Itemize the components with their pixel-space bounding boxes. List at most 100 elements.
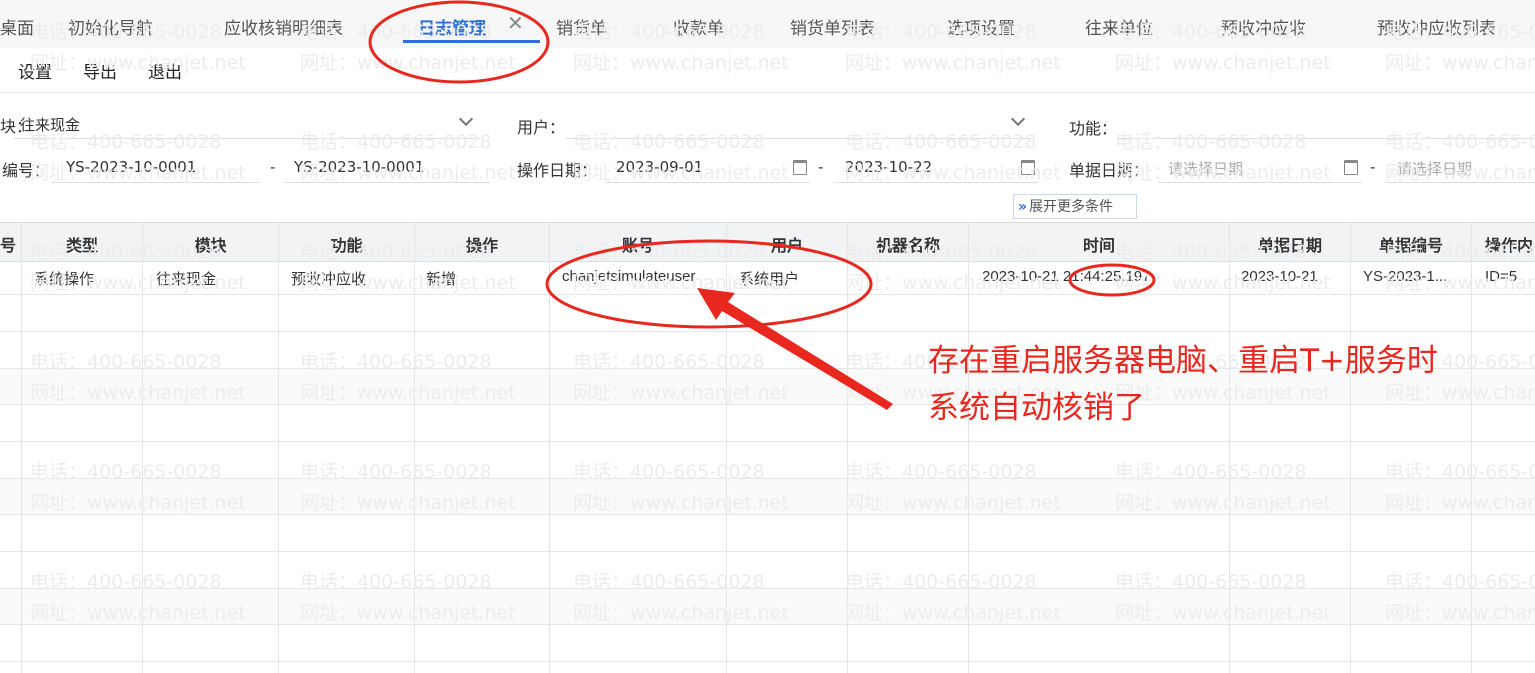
watermark-phone: 电话：400-665-0028 <box>1115 131 1307 153</box>
opdate-to-underline <box>834 182 1038 183</box>
col-header-function[interactable]: 功能 <box>279 232 414 256</box>
col-header-time[interactable]: 时间 <box>969 232 1229 256</box>
annotation-overlay <box>368 0 1156 410</box>
tab-options[interactable]: 选项设置 <box>947 14 1015 39</box>
col-header-module[interactable]: 模块 <box>143 232 278 256</box>
tab-bar: 桌面 初始化导航 应收核销明细表 日志管理 ✕ 销货单 收款单 销货单列表 选项… <box>0 0 1535 49</box>
grid-col-line <box>278 222 279 673</box>
watermark-phone: 电话：400-665-0028 <box>1385 131 1535 153</box>
grid-row-stripe <box>0 588 1535 624</box>
grid-row-line <box>0 624 1535 625</box>
user-underline <box>566 138 1032 139</box>
docno-to-input[interactable]: YS-2023-10-0001 <box>294 158 424 176</box>
tab-desktop[interactable]: 桌面 <box>0 14 34 39</box>
grid-col-line <box>726 222 727 673</box>
range-separator: - <box>1370 158 1376 176</box>
calendar-icon[interactable] <box>1344 160 1358 175</box>
annotation-line-2: 系统自动核销了 <box>928 390 1145 426</box>
tab-partners[interactable]: 往来单位 <box>1085 14 1153 39</box>
docno-to-underline <box>284 182 490 183</box>
grid-col-line <box>1471 222 1472 673</box>
opdate-from-underline <box>606 182 810 183</box>
col-header-seq[interactable]: 号 <box>0 232 16 256</box>
watermark-phone: 电话：400-665-0028 <box>573 131 765 153</box>
expand-conditions-label: 展开更多条件 <box>1029 199 1114 215</box>
cell-doc-no: YS-2023-1... <box>1363 268 1448 285</box>
double-chevron-down-icon: » <box>1018 199 1028 215</box>
grid-row-stripe <box>0 478 1535 514</box>
grid-col-line <box>968 222 969 673</box>
col-header-operation[interactable]: 操作 <box>415 232 549 256</box>
tab-sales-order[interactable]: 销货单 <box>556 14 607 39</box>
annotation-line-1: 存在重启服务器电脑、重启T+服务时 <box>928 343 1438 379</box>
docdate-from-underline <box>1158 182 1362 183</box>
range-separator: - <box>270 158 276 176</box>
module-select[interactable]: 往来现金 <box>20 114 80 135</box>
grid-col-line <box>1350 222 1351 673</box>
cell-type: 系统操作 <box>34 270 95 288</box>
opdate-to-input[interactable]: 2023-10-22 <box>845 158 932 176</box>
docdate-to-input[interactable]: 请选择日期 <box>1397 158 1472 179</box>
tab-receivable-writeoff[interactable]: 应收核销明细表 <box>224 14 343 39</box>
cell-operation: 新增 <box>426 270 457 288</box>
tab-receipt[interactable]: 收款单 <box>673 14 724 39</box>
opdate-from-input[interactable]: 2023-09-01 <box>616 158 703 176</box>
grid-row-line <box>0 588 1535 589</box>
col-header-type[interactable]: 类型 <box>22 232 142 256</box>
grid-col-line <box>142 222 143 673</box>
grid-row-line <box>0 514 1535 515</box>
close-icon[interactable]: ✕ <box>507 11 524 35</box>
range-separator: - <box>818 158 824 176</box>
toolbar: 设置 导出 退出 <box>0 48 1535 93</box>
tab-log-management[interactable]: 日志管理 <box>418 14 486 39</box>
cell-function: 预收冲应收 <box>291 270 367 288</box>
grid-row-line <box>0 294 1535 295</box>
grid-row-line <box>0 661 1535 662</box>
col-header-doc-date[interactable]: 单据日期 <box>1230 232 1350 256</box>
calendar-icon[interactable] <box>793 160 807 175</box>
grid-header: 号 类型 模块 功能 操作 账号 用户 机器名称 时间 单据日期 单据编号 操作… <box>0 222 1535 262</box>
tab-prepay-offset[interactable]: 预收冲应收 <box>1221 14 1306 39</box>
expand-conditions-button[interactable]: » 展开更多条件 <box>1013 194 1137 219</box>
active-tab-indicator <box>403 40 540 43</box>
grid-row-line <box>0 478 1535 479</box>
docdate-label: 单据日期： <box>1069 161 1150 180</box>
cell-doc-date: 2023-10-21 <box>1241 268 1318 285</box>
cell-account: chanjetsimulateuser <box>562 268 696 285</box>
docdate-from-input[interactable]: 请选择日期 <box>1168 158 1243 179</box>
col-header-user[interactable]: 用户 <box>727 232 847 256</box>
user-label: 用户： <box>517 118 566 137</box>
cell-op-detail: ID=5 <box>1485 268 1518 285</box>
tab-init-nav[interactable]: 初始化导航 <box>68 14 153 39</box>
grid-col-line <box>1229 222 1230 673</box>
annotation-text: 存在重启服务器电脑、重启T+服务时 系统自动核销了 <box>928 338 1528 432</box>
cell-module: 往来现金 <box>156 270 217 288</box>
grid-row-line <box>0 331 1535 332</box>
docno-from-input[interactable]: YS-2023-10-0001 <box>66 158 196 176</box>
cell-time: 2023-10-21 21:44:25.197 <box>982 268 1151 285</box>
col-header-account[interactable]: 账号 <box>550 232 726 256</box>
tab-sales-order-list[interactable]: 销货单列表 <box>790 14 875 39</box>
grid-col-line <box>21 222 22 673</box>
settings-button[interactable]: 设置 <box>18 58 52 83</box>
chevron-down-icon[interactable] <box>1010 111 1026 127</box>
grid-col-line <box>847 222 848 673</box>
col-header-machine[interactable]: 机器名称 <box>848 232 968 256</box>
grid-row-line <box>0 551 1535 552</box>
grid-col-line <box>414 222 415 673</box>
opdate-label: 操作日期： <box>517 161 598 180</box>
calendar-icon[interactable] <box>1021 160 1035 175</box>
exit-button[interactable]: 退出 <box>148 58 182 83</box>
tab-prepay-offset-list[interactable]: 预收冲应收列表 <box>1377 14 1496 39</box>
grid-row-line <box>0 441 1535 442</box>
col-header-doc-no[interactable]: 单据编号 <box>1351 232 1471 256</box>
chevron-down-icon[interactable] <box>458 111 474 127</box>
export-button[interactable]: 导出 <box>83 58 117 83</box>
docdate-to-underline <box>1386 182 1535 183</box>
grid-col-line <box>549 222 550 673</box>
docno-from-underline <box>52 182 260 183</box>
col-header-op-detail[interactable]: 操作内 <box>1472 232 1535 256</box>
function-label: 功能： <box>1069 119 1118 138</box>
module-underline <box>14 138 480 139</box>
watermark-phone: 电话：400-665-0028 <box>300 131 492 153</box>
